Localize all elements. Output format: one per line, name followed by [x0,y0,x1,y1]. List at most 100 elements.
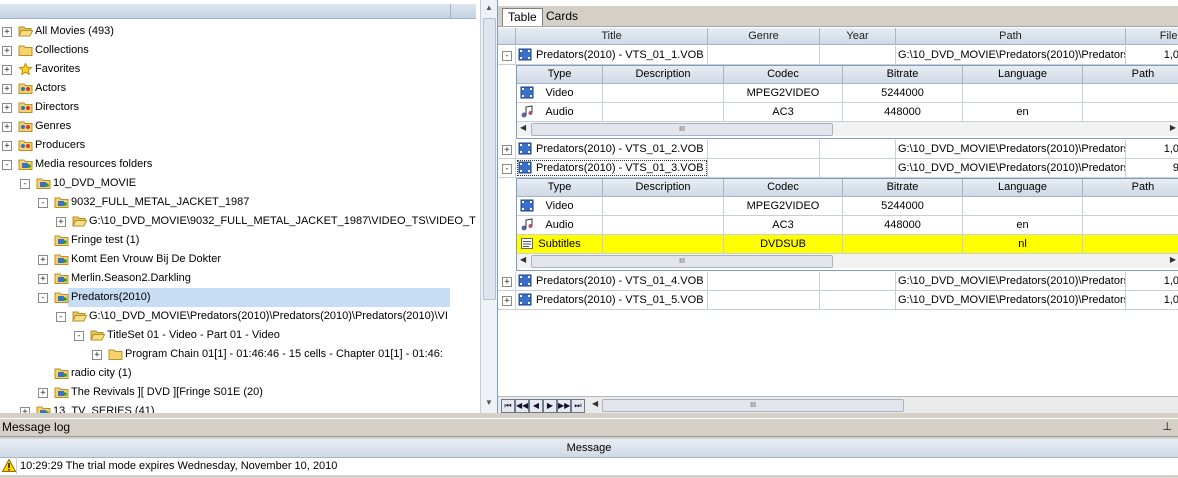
tree-item[interactable]: Komt Een Vrouw Bij De Dokter [68,250,450,269]
next-page-button[interactable]: ▶▶ [557,399,571,413]
collapse-icon[interactable]: - [38,293,48,303]
expand-icon[interactable]: + [20,407,30,413]
tree-item[interactable]: Predators(2010) [68,288,450,307]
expand-icon[interactable]: + [2,46,12,56]
tree-item[interactable]: Genres [32,117,450,136]
collapse-icon[interactable]: - [20,179,30,189]
column-year[interactable]: Year [820,28,896,44]
stream-row[interactable]: Video MPEG2VIDEO 5244000 [517,197,1178,216]
stream-column[interactable]: Type [517,66,603,83]
tree-item[interactable]: Fringe test (1) [68,231,450,250]
tree-vertical-scrollbar[interactable]: ▲ ▼ [480,0,497,413]
last-record-button[interactable]: ⏭ [571,399,585,413]
scrollbar-thumb[interactable]: III [531,255,833,268]
stream-row[interactable]: Video MPEG2VIDEO 5244000 [517,84,1178,103]
scroll-down-icon[interactable]: ▼ [484,398,494,408]
tree-item[interactable]: G:\10_DVD_MOVIE\Predators(2010)\Predator… [86,307,450,326]
tab-cards[interactable]: Cards [541,8,583,25]
tree-item[interactable]: All Movies (493) [32,22,450,41]
stream-column[interactable]: Codec [724,179,843,196]
stream-horizontal-scrollbar[interactable]: ◀ III ▶ [517,122,1178,136]
prev-page-button[interactable]: ◀◀ [515,399,529,413]
expand-icon[interactable]: + [56,217,66,227]
tree-item[interactable]: 13_TV_SERIES (41) [50,402,450,413]
stream-column[interactable]: Language [963,179,1083,196]
stream-column[interactable]: Language [963,66,1083,83]
stream-column[interactable]: Codec [724,66,843,83]
collapse-icon[interactable]: - [74,331,84,341]
expand-icon[interactable]: + [2,122,12,132]
stream-column[interactable]: Type [517,179,603,196]
stream-column[interactable]: Bitrate [843,179,963,196]
expand-icon[interactable]: + [2,65,12,75]
scroll-up-icon[interactable]: ▲ [484,3,494,13]
table-row[interactable]: - Predators(2010) - VTS_01_1.VOB G:\10_DVD… [498,46,1178,65]
expand-icon[interactable]: + [2,27,12,37]
stream-column[interactable]: Bitrate [843,66,963,83]
message-row[interactable]: 10:29:29 The trial mode expires Wednesda… [0,457,1178,475]
stream-horizontal-scrollbar[interactable]: ◀ III ▶ [517,254,1178,268]
expand-icon[interactable]: + [38,388,48,398]
column-genre[interactable]: Genre [708,28,820,44]
tree-item[interactable]: Media resources folders [32,155,450,174]
stream-column[interactable]: Path [1083,179,1178,196]
prev-record-button[interactable]: ◀ [529,399,543,413]
column-path[interactable]: Path [896,28,1126,44]
scrollbar-thumb[interactable] [483,18,496,300]
stream-row[interactable]: Audio AC3 448000 en [517,216,1178,235]
column-title[interactable]: Title [516,28,708,44]
expand-icon[interactable]: + [502,277,512,287]
first-record-button[interactable]: ⏮ [501,399,515,413]
stream-column[interactable]: Path [1083,66,1178,83]
tree-item[interactable]: radio city (1) [68,364,450,383]
column-file-size[interactable]: File s [1126,28,1178,44]
scroll-left-icon[interactable]: ◀ [520,123,526,132]
table-row[interactable]: - Predators(2010) - VTS_01_3.VOB G:\10_DVD… [498,159,1178,178]
expand-icon[interactable]: + [92,350,102,360]
expand-icon[interactable]: + [502,145,512,155]
tree-item[interactable]: Actors [32,79,450,98]
tree-item[interactable]: Directors [32,98,450,117]
expand-icon[interactable]: + [38,255,48,265]
tree-item[interactable]: Program Chain 01[1] - 01:46:46 - 15 cell… [122,345,450,364]
expand-icon[interactable]: + [2,141,12,151]
collapse-icon[interactable]: - [38,198,48,208]
expand-icon[interactable]: + [2,84,12,94]
tree-item[interactable]: Collections [32,41,450,60]
scrollbar-thumb[interactable]: III [531,123,833,136]
tree-item[interactable]: 10_DVD_MOVIE [50,174,450,193]
tree-item[interactable]: 9032_FULL_METAL_JACKET_1987 [68,193,450,212]
tree-pane[interactable]: All Movies (493) + Collections + Favorites + A… [0,0,481,413]
scroll-left-icon[interactable]: ◀ [520,255,526,264]
collapse-icon[interactable]: - [56,312,66,322]
stream-column[interactable]: Description [603,179,724,196]
scrollbar-thumb[interactable]: III [602,399,904,412]
table-row[interactable]: + Predators(2010) - VTS_01_4.VOB G:\10_DVD… [498,272,1178,291]
stream-row[interactable]: Audio AC3 448000 en [517,103,1178,122]
tree-item[interactable]: TitleSet 01 - Video - Part 01 - Video [104,326,450,345]
expand-icon[interactable]: + [502,296,512,306]
tree-item[interactable]: Merlin.Season2.Darkling [68,269,450,288]
stream-row[interactable]: Subtitles DVDSUB nl [517,235,1178,254]
table-row[interactable]: + Predators(2010) - VTS_01_5.VOB G:\10_DVD… [498,291,1178,310]
stream-column[interactable]: Description [603,66,724,83]
tree-item[interactable]: The Revivals ][ DVD ][Fringe S01E (20) [68,383,450,402]
scroll-right-icon[interactable]: ▶ [1170,123,1176,132]
tab-table[interactable]: Table [502,8,543,26]
collapse-icon[interactable]: - [2,160,12,170]
expand-icon[interactable]: + [2,103,12,113]
collapse-icon[interactable]: - [502,51,512,61]
message-column-header[interactable]: Message [0,439,1178,458]
tree-item[interactable]: Producers [32,136,450,155]
expand-icon[interactable]: + [38,274,48,284]
tree-item[interactable]: Favorites [32,60,450,79]
view-tabs: Table Cards [498,6,1178,27]
tree-item[interactable]: G:\10_DVD_MOVIE\9032_FULL_METAL_JACKET_1… [86,212,476,231]
grid-horizontal-scrollbar[interactable]: ◀ III [590,398,1176,412]
scroll-right-icon[interactable]: ▶ [1170,255,1176,264]
scroll-left-icon[interactable]: ◀ [592,399,598,408]
pin-icon[interactable]: ⊥ [1162,419,1172,436]
next-record-button[interactable]: ▶ [543,399,557,413]
collapse-icon[interactable]: - [502,164,512,174]
table-row[interactable]: + Predators(2010) - VTS_01_2.VOB G:\10_DVD… [498,140,1178,159]
